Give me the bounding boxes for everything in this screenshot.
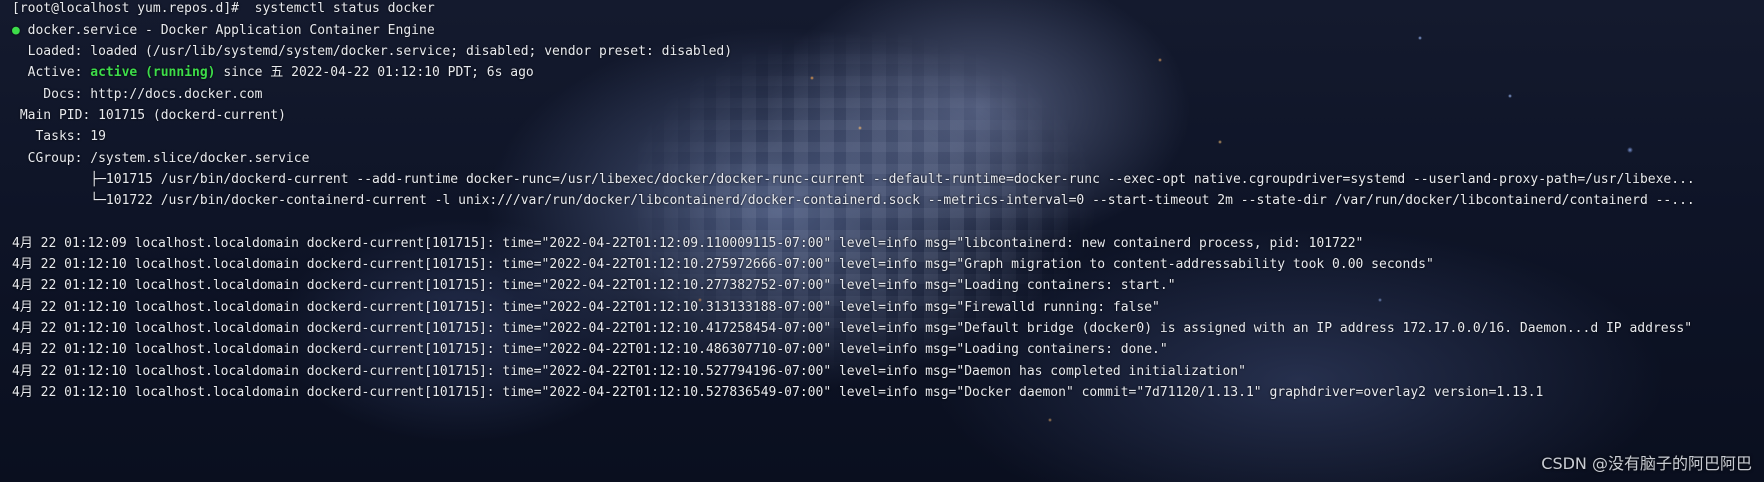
log-line: 4月 22 01:12:09 localhost.localdomain doc… xyxy=(12,236,1364,251)
active-since: since 五 2022-04-22 01:12:10 PDT; 6s ago xyxy=(215,65,534,80)
log-line: 4月 22 01:12:10 localhost.localdomain doc… xyxy=(12,385,1544,400)
service-title: docker.service - Docker Application Cont… xyxy=(19,23,435,38)
log-line: 4月 22 01:12:10 localhost.localdomain doc… xyxy=(12,364,1246,379)
log-line: 4月 22 01:12:10 localhost.localdomain doc… xyxy=(12,321,1693,336)
terminal-output[interactable]: [root@localhost yum.repos.d]# systemctl … xyxy=(12,0,1754,482)
active-line: Active: active (running) since 五 2022-04… xyxy=(12,62,534,84)
cgroup-line: CGroup: /system.slice/docker.service xyxy=(12,151,310,166)
active-label: Active: xyxy=(12,65,91,80)
loaded-line: Loaded: loaded (/usr/lib/systemd/system/… xyxy=(12,44,733,59)
log-line: 4月 22 01:12:10 localhost.localdomain doc… xyxy=(12,257,1434,272)
cgroup-process-containerd: └─101722 /usr/bin/docker-containerd-curr… xyxy=(12,193,1695,208)
status-dot-icon: ● xyxy=(12,23,20,38)
log-line: 4月 22 01:12:10 localhost.localdomain doc… xyxy=(12,342,1168,357)
docs-line: Docs: http://docs.docker.com xyxy=(12,87,263,102)
log-line: 4月 22 01:12:10 localhost.localdomain doc… xyxy=(12,278,1176,293)
log-line: 4月 22 01:12:10 localhost.localdomain doc… xyxy=(12,300,1160,315)
csdn-watermark: CSDN @没有脑子的阿巴阿巴 xyxy=(1541,454,1752,473)
active-status: active (running) xyxy=(90,65,216,80)
prompt-line: [root@localhost yum.repos.d]# systemctl … xyxy=(12,1,435,16)
cgroup-process-dockerd: ├─101715 /usr/bin/dockerd-current --add-… xyxy=(12,172,1695,187)
tasks-line: Tasks: 19 xyxy=(12,129,106,144)
service-line: ● docker.service - Docker Application Co… xyxy=(12,20,435,42)
main-pid-line: Main PID: 101715 (dockerd-current) xyxy=(12,108,286,123)
